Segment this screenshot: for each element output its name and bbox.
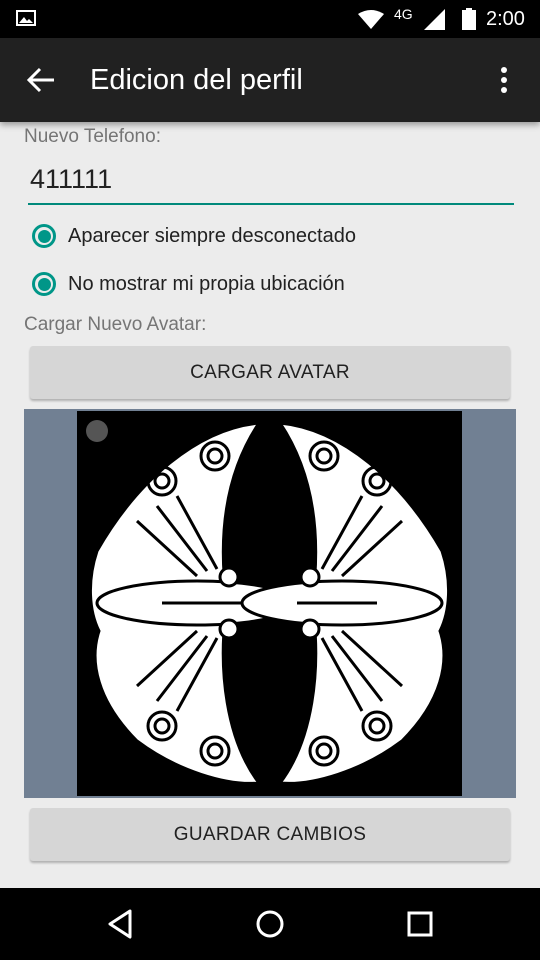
avatar-label: Cargar Nuevo Avatar: xyxy=(24,314,207,335)
radio-appear-offline[interactable]: Aparecer siempre desconectado xyxy=(32,220,356,252)
upload-avatar-button[interactable]: CARGAR AVATAR xyxy=(30,346,510,399)
radio-label: Aparecer siempre desconectado xyxy=(68,224,356,247)
page-title: Edicion del perfil xyxy=(90,64,303,96)
signal-icon xyxy=(424,9,445,30)
status-bar: 4G 2:00 xyxy=(0,0,540,38)
navigation-bar xyxy=(0,888,540,960)
avatar-image xyxy=(77,411,462,796)
radio-button[interactable] xyxy=(32,224,56,248)
phone-label: Nuevo Telefono: xyxy=(24,126,161,147)
phone-input[interactable] xyxy=(28,155,514,205)
image-notification-icon xyxy=(16,10,36,26)
network-type: 4G xyxy=(394,6,413,22)
wifi-icon xyxy=(358,10,384,29)
back-arrow-icon[interactable] xyxy=(26,66,56,94)
app-bar: Edicion del perfil xyxy=(0,38,540,122)
avatar-preview xyxy=(24,409,516,798)
save-changes-button[interactable]: GUARDAR CAMBIOS xyxy=(30,808,510,861)
nav-recents-icon[interactable] xyxy=(400,906,440,942)
radio-button[interactable] xyxy=(32,272,56,296)
overflow-menu-icon[interactable] xyxy=(494,64,514,96)
nav-home-icon[interactable] xyxy=(250,906,290,942)
radio-hide-location[interactable]: No mostrar mi propia ubicación xyxy=(32,268,345,300)
battery-icon xyxy=(462,8,476,30)
nav-back-icon[interactable] xyxy=(100,906,140,942)
clock: 2:00 xyxy=(486,8,525,30)
radio-label: No mostrar mi propia ubicación xyxy=(68,272,345,295)
